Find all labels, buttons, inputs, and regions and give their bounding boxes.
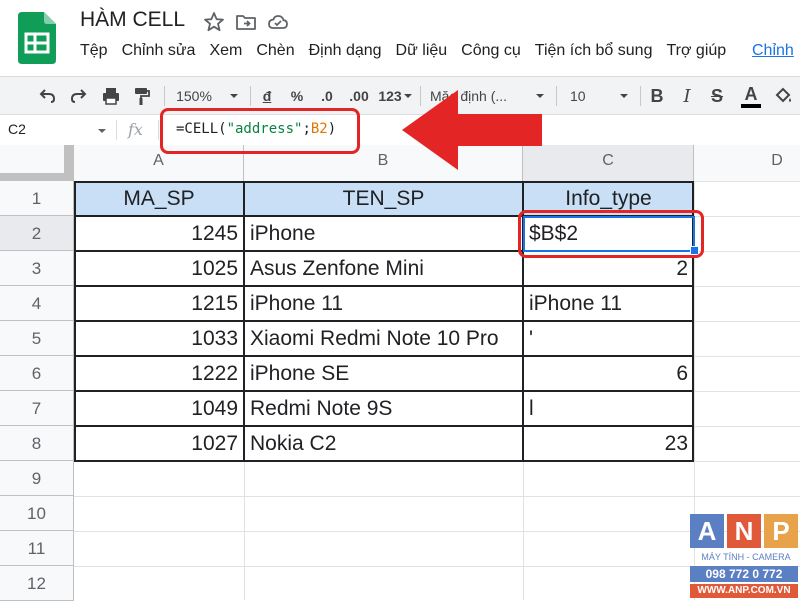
- grid-line: [694, 426, 800, 427]
- formula-divider: [116, 120, 117, 140]
- menu-insert[interactable]: Chèn: [256, 42, 294, 59]
- paint-roller-icon: [135, 88, 150, 105]
- table-border-line: [74, 425, 694, 427]
- text-color-swatch: [741, 103, 761, 108]
- row-header[interactable]: 10: [0, 496, 74, 531]
- watermark-tagline: MÁY TÍNH - CAMERA: [701, 552, 791, 562]
- row-header[interactable]: 2: [0, 216, 74, 251]
- red-arrow-icon: [402, 90, 542, 170]
- document-title[interactable]: HÀM CELL: [80, 8, 185, 32]
- row-header[interactable]: 8: [0, 426, 74, 461]
- chevron-down-icon: [229, 94, 238, 98]
- toolbar-divider: [250, 86, 251, 106]
- italic-button[interactable]: I: [676, 77, 698, 115]
- anp-watermark: A N P MÁY TÍNH - CAMERA 098 772 0 772 WW…: [690, 514, 800, 600]
- toolbar-divider: [164, 86, 165, 106]
- watermark-site: WWW.ANP.COM.VN: [690, 584, 798, 598]
- text-color-label: A: [744, 83, 758, 104]
- chevron-down-icon[interactable]: [96, 125, 108, 137]
- redo-button[interactable]: [66, 77, 92, 115]
- redo-icon: [70, 89, 87, 103]
- name-box[interactable]: C2: [8, 121, 26, 137]
- menu-data[interactable]: Dữ liệu: [396, 42, 448, 59]
- row-header[interactable]: 12: [0, 566, 74, 601]
- menu-edit[interactable]: Chỉnh sửa: [122, 42, 196, 59]
- grid-line: [694, 286, 800, 287]
- grid-line: [694, 181, 800, 182]
- watermark-letter: A: [690, 514, 724, 548]
- frozen-row-bar[interactable]: [0, 173, 74, 181]
- sheets-logo-icon[interactable]: [18, 12, 56, 64]
- table-border-line: [74, 355, 694, 357]
- toolbar-divider: [640, 86, 641, 106]
- fill-bucket-icon: [775, 87, 791, 103]
- menu-file[interactable]: Tệp: [80, 42, 108, 59]
- row-header[interactable]: 9: [0, 461, 74, 496]
- print-button[interactable]: [98, 77, 124, 115]
- row-header[interactable]: 5: [0, 321, 74, 356]
- text-color-button[interactable]: A: [738, 77, 764, 115]
- table-border-line: [74, 390, 694, 392]
- grid-line: [694, 251, 800, 252]
- title-bar: HÀM CELL Tệp Chỉnh sửa Xem Chèn Định dạng Dữ …: [0, 0, 800, 76]
- column-header-d[interactable]: D: [694, 145, 800, 181]
- menu-format[interactable]: Định dạng: [309, 42, 382, 59]
- star-icon[interactable]: [202, 10, 226, 34]
- menu-addons[interactable]: Tiện ích bổ sung: [535, 42, 653, 59]
- column-header-c[interactable]: C: [523, 145, 694, 181]
- grid-line: [694, 391, 800, 392]
- grid-line: [694, 356, 800, 357]
- print-icon: [103, 88, 119, 105]
- grid-line: [694, 461, 800, 462]
- zoom-value: 150%: [176, 88, 212, 104]
- chevron-down-icon: [620, 94, 628, 98]
- table-border-line: [74, 320, 694, 322]
- grid-line: [694, 216, 800, 217]
- cloud-status-icon[interactable]: [266, 10, 290, 34]
- menu-help[interactable]: Trợ giúp: [666, 42, 726, 59]
- result-highlight-box: [518, 210, 704, 258]
- grid-line: [74, 496, 800, 497]
- row-header[interactable]: 1: [0, 181, 74, 216]
- menu-bar: Tệp Chỉnh sửa Xem Chèn Định dạng Dữ liệu Công …: [80, 42, 740, 66]
- row-header[interactable]: 11: [0, 531, 74, 566]
- move-folder-icon[interactable]: [234, 10, 258, 34]
- menu-view[interactable]: Xem: [209, 42, 242, 59]
- last-edit-link[interactable]: Chỉnh: [752, 42, 794, 60]
- menu-tools[interactable]: Công cụ: [461, 42, 521, 59]
- row-header[interactable]: 3: [0, 251, 74, 286]
- fx-icon: fx: [128, 120, 143, 139]
- row-header[interactable]: 6: [0, 356, 74, 391]
- strikethrough-button[interactable]: S: [706, 77, 728, 115]
- font-size-value: 10: [570, 88, 586, 104]
- font-size-select[interactable]: 10: [566, 77, 632, 115]
- row-header[interactable]: 4: [0, 286, 74, 321]
- paint-format-button[interactable]: [128, 77, 154, 115]
- toolbar-divider: [556, 86, 557, 106]
- watermark-letter: N: [727, 514, 761, 548]
- fill-color-button[interactable]: [772, 77, 794, 115]
- watermark-letter: P: [764, 514, 798, 548]
- bold-button[interactable]: B: [646, 77, 668, 115]
- undo-button[interactable]: [34, 77, 60, 115]
- formula-divider: [158, 120, 159, 140]
- watermark-phone: 098 772 0 772: [690, 566, 798, 582]
- formula-highlight-box: [160, 108, 360, 154]
- grid-line: [694, 321, 800, 322]
- table-border-line: [74, 285, 694, 287]
- row-header[interactable]: 7: [0, 391, 74, 426]
- undo-icon: [39, 89, 56, 103]
